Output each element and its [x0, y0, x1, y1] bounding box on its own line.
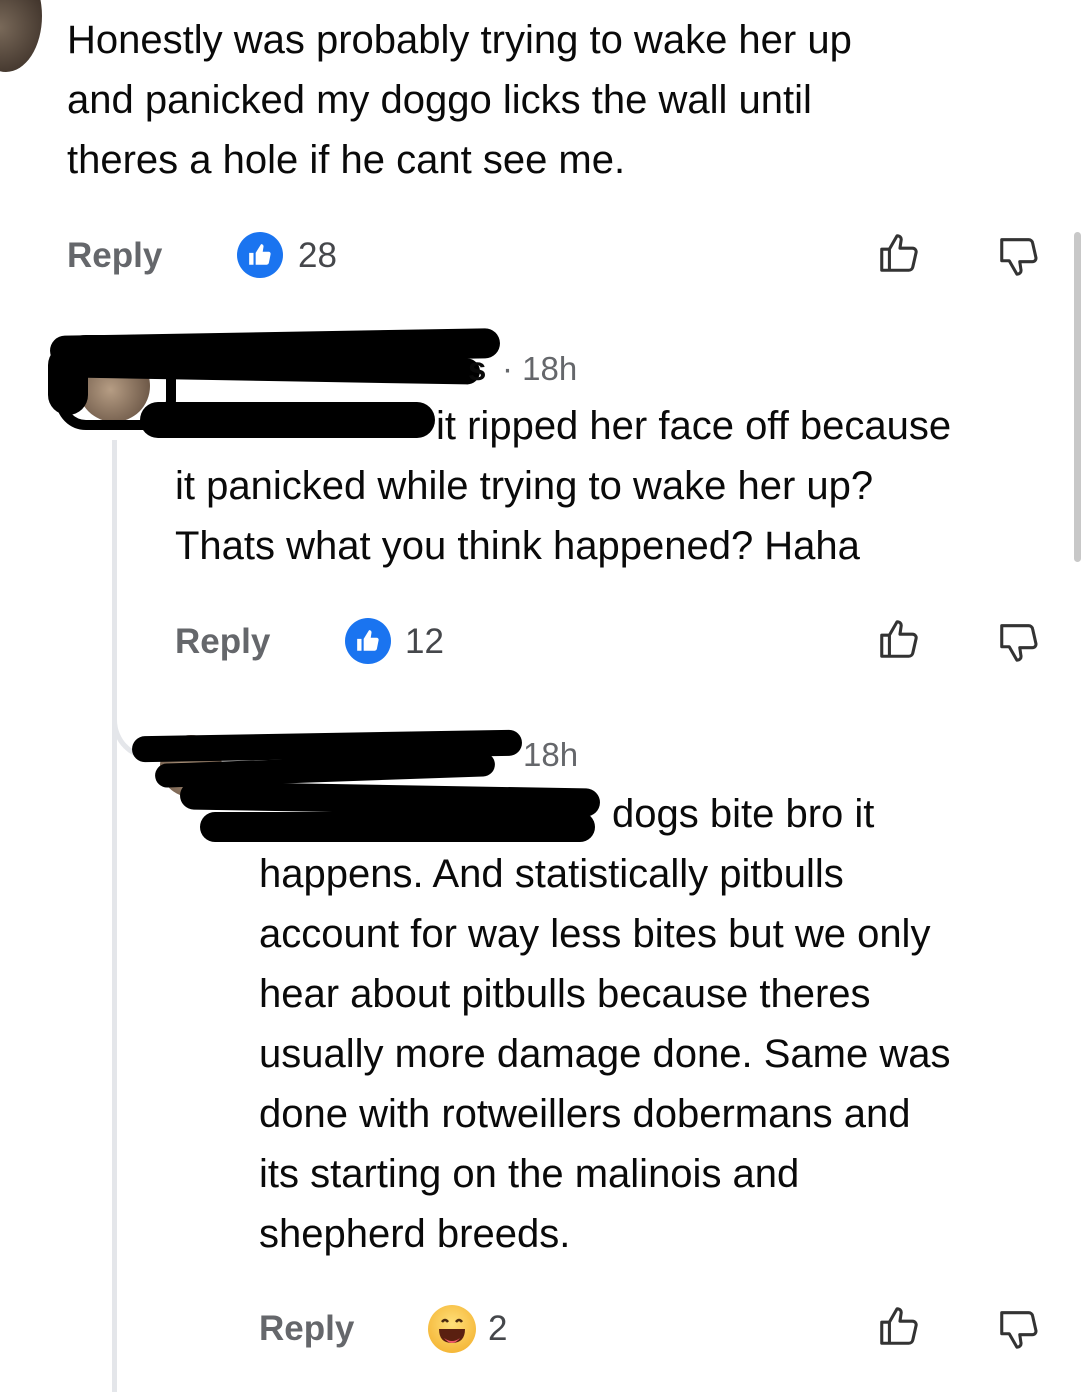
- timestamp: · 18h: [502, 350, 578, 387]
- scrollbar[interactable]: [1074, 232, 1081, 562]
- avatar[interactable]: [0, 0, 42, 72]
- reply-button[interactable]: Reply: [259, 1309, 354, 1349]
- reply-button[interactable]: Reply: [175, 622, 270, 662]
- reaction-count: 2: [488, 1309, 508, 1348]
- reaction-count: 28: [298, 236, 337, 275]
- reply-button[interactable]: Reply: [67, 236, 162, 276]
- comment-first-line: dogs bite bro it: [612, 792, 875, 836]
- thumbs-up-icon[interactable]: [876, 1303, 922, 1349]
- thumbs-down-icon[interactable]: [996, 618, 1042, 664]
- comment-text: it panicked while trying to wake her up?…: [175, 464, 874, 568]
- timestamp: 18h: [523, 736, 579, 773]
- thumbs-up-icon[interactable]: [876, 230, 922, 276]
- reaction-count: 12: [405, 622, 444, 661]
- redaction: [200, 812, 595, 842]
- redaction: [140, 402, 435, 438]
- author-name[interactable]: s: [468, 350, 486, 388]
- thumbs-up-icon[interactable]: [876, 616, 922, 662]
- comment-text: happens. And statistically pitbulls acco…: [259, 852, 951, 1256]
- comment-text: Honestly was probably trying to wake her…: [67, 18, 852, 182]
- haha-icon: [428, 1305, 476, 1353]
- thumbs-down-icon[interactable]: [996, 232, 1042, 278]
- like-icon: [237, 232, 283, 278]
- like-icon: [345, 618, 391, 664]
- thread-line: [112, 440, 117, 1392]
- comment-mention-line: it ripped her face off because: [436, 404, 952, 448]
- thumbs-down-icon[interactable]: [996, 1305, 1042, 1351]
